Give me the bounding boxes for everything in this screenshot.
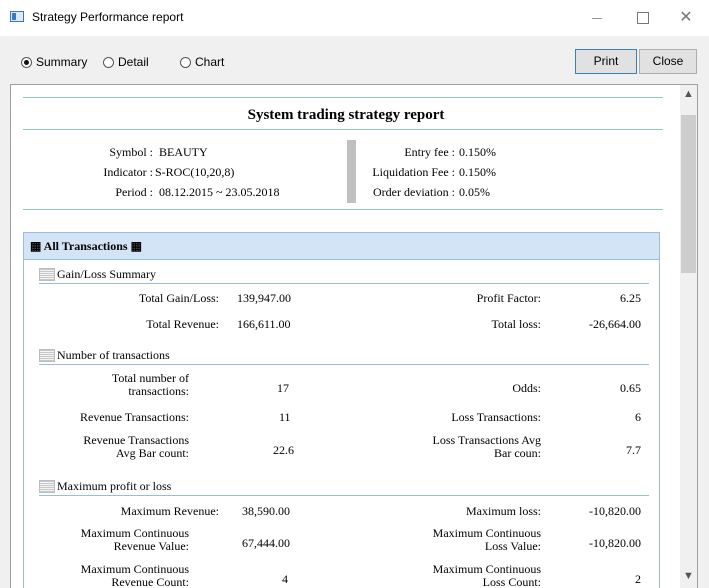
toolbar: Summary Detail Chart Print Close bbox=[0, 36, 709, 84]
divider bbox=[23, 129, 663, 130]
period-value: 08.12.2015 ~ 23.05.2018 bbox=[159, 185, 280, 199]
maximum-profit-loss-header: Maximum profit or loss bbox=[39, 477, 171, 495]
max-loss-value: -10,820.00 bbox=[589, 504, 641, 518]
total-loss-value: -26,664.00 bbox=[589, 317, 641, 331]
total-loss-label: Total loss: bbox=[491, 317, 542, 331]
maximize-button[interactable] bbox=[620, 4, 666, 32]
max-revenue-value: 38,590.00 bbox=[242, 504, 290, 518]
max-continuous-revenue-count-label-line2: Revenue Count: bbox=[111, 575, 189, 588]
max-continuous-loss-count-label-line2: Loss Count: bbox=[482, 575, 541, 588]
max-continuous-loss-count-label: Maximum Continuous Loss Count: bbox=[391, 563, 541, 588]
odds-label: Odds: bbox=[512, 381, 541, 395]
section-grid-icon bbox=[39, 267, 55, 281]
symbol-value: BEAUTY bbox=[159, 145, 208, 159]
divider bbox=[23, 97, 663, 98]
order-deviation-value: 0.05% bbox=[459, 185, 490, 199]
report-title: System trading strategy report bbox=[247, 107, 445, 123]
total-gain-loss-value: 139,947.00 bbox=[237, 291, 291, 305]
entry-fee-value: 0.150% bbox=[459, 145, 496, 159]
symbol-label: Symbol : bbox=[109, 145, 153, 159]
revenue-transactions-label: Revenue Transactions: bbox=[80, 410, 189, 424]
max-continuous-revenue-label: Maximum Continuous Revenue Value: bbox=[61, 527, 189, 553]
max-continuous-revenue-count-label: Maximum Continuous Revenue Count: bbox=[61, 563, 189, 588]
gain-loss-summary-title: Gain/Loss Summary bbox=[57, 266, 156, 281]
odds-value: 0.65 bbox=[620, 381, 641, 395]
total-number-transactions-label-line2: transactions: bbox=[128, 384, 189, 398]
total-number-transactions-label: Total number of transactions: bbox=[61, 372, 189, 398]
loss-transactions-value: 6 bbox=[635, 410, 641, 424]
section-grid-icon bbox=[39, 348, 55, 362]
loss-avg-bar-value: 7.7 bbox=[626, 443, 641, 457]
divider bbox=[39, 495, 649, 496]
radio-unselected-icon bbox=[180, 56, 191, 68]
scroll-thumb[interactable] bbox=[681, 115, 696, 273]
liquidation-fee-value: 0.150% bbox=[459, 165, 496, 179]
total-revenue-label: Total Revenue: bbox=[146, 317, 219, 331]
indicator-label: Indicator : bbox=[103, 165, 153, 179]
gain-loss-summary-header: Gain/Loss Summary bbox=[39, 265, 156, 283]
title-bar: Strategy Performance report ✕ bbox=[0, 0, 709, 36]
profit-factor-label: Profit Factor: bbox=[476, 291, 541, 305]
report-viewer[interactable]: System trading strategy report Symbol : … bbox=[10, 84, 698, 588]
indicator-value: S-ROC(10,20,8) bbox=[155, 165, 235, 179]
report-content: System trading strategy report Symbol : … bbox=[11, 85, 681, 588]
period-label: Period : bbox=[115, 185, 153, 199]
revenue-avg-bar-label: Revenue Transactions Avg Bar count: bbox=[61, 434, 189, 460]
liquidation-fee-label: Liquidation Fee : bbox=[372, 165, 455, 179]
radio-chart[interactable]: Chart bbox=[180, 55, 224, 69]
divider bbox=[39, 283, 649, 284]
section-grid-icon bbox=[39, 479, 55, 493]
window-title: Strategy Performance report bbox=[32, 10, 184, 24]
loss-transactions-label: Loss Transactions: bbox=[451, 410, 541, 424]
revenue-avg-bar-value: 22.6 bbox=[273, 443, 294, 457]
loss-avg-bar-label-line2: Bar coun: bbox=[494, 446, 541, 460]
number-of-transactions-header: Number of transactions bbox=[39, 346, 170, 364]
max-continuous-revenue-value: 67,444.00 bbox=[242, 536, 290, 550]
revenue-avg-bar-label-line2: Avg Bar count: bbox=[115, 446, 189, 460]
divider bbox=[39, 364, 649, 365]
close-window-button[interactable]: ✕ bbox=[663, 4, 709, 32]
radio-detail-label: Detail bbox=[118, 55, 149, 69]
radio-detail[interactable]: Detail bbox=[103, 55, 149, 69]
entry-fee-label: Entry fee : bbox=[404, 145, 455, 159]
radio-selected-icon bbox=[21, 56, 32, 68]
order-deviation-label: Order deviation : bbox=[373, 185, 455, 199]
total-number-transactions-value: 17 bbox=[277, 381, 289, 395]
max-continuous-revenue-count-value: 4 bbox=[282, 572, 288, 586]
number-of-transactions-title: Number of transactions bbox=[57, 347, 170, 362]
app-icon bbox=[10, 11, 24, 22]
max-continuous-loss-label: Maximum Continuous Loss Value: bbox=[391, 527, 541, 553]
max-revenue-label: Maximum Revenue: bbox=[120, 504, 219, 518]
divider bbox=[23, 209, 663, 210]
radio-summary-label: Summary bbox=[36, 55, 88, 69]
revenue-transactions-value: 11 bbox=[279, 410, 291, 424]
loss-avg-bar-label: Loss Transactions Avg Bar coun: bbox=[391, 434, 541, 460]
maximum-profit-loss-title: Maximum profit or loss bbox=[57, 478, 172, 493]
radio-unselected-icon bbox=[103, 56, 114, 68]
max-continuous-loss-label-line2: Loss Value: bbox=[484, 539, 541, 553]
max-continuous-loss-value: -10,820.00 bbox=[589, 536, 641, 550]
scroll-down-icon[interactable]: ▼ bbox=[680, 569, 697, 586]
scroll-up-icon[interactable]: ▲ bbox=[680, 85, 697, 102]
vertical-scrollbar[interactable]: ▲ ▼ bbox=[680, 85, 697, 588]
minimize-button[interactable] bbox=[574, 4, 620, 32]
max-continuous-loss-count-value: 2 bbox=[635, 572, 641, 586]
print-button[interactable]: Print bbox=[575, 49, 637, 74]
close-button[interactable]: Close bbox=[639, 49, 697, 74]
profit-factor-value: 6.25 bbox=[620, 291, 641, 305]
radio-summary[interactable]: Summary bbox=[21, 55, 87, 69]
max-loss-label: Maximum loss: bbox=[465, 504, 541, 518]
total-revenue-value: 166,611.00 bbox=[237, 317, 291, 331]
radio-chart-label: Chart bbox=[195, 55, 225, 69]
total-gain-loss-label: Total Gain/Loss: bbox=[138, 291, 219, 305]
info-separator bbox=[347, 140, 356, 203]
all-transactions-header: ▦ All Transactions ▦ bbox=[23, 232, 660, 260]
max-continuous-revenue-label-line2: Revenue Value: bbox=[113, 539, 189, 553]
